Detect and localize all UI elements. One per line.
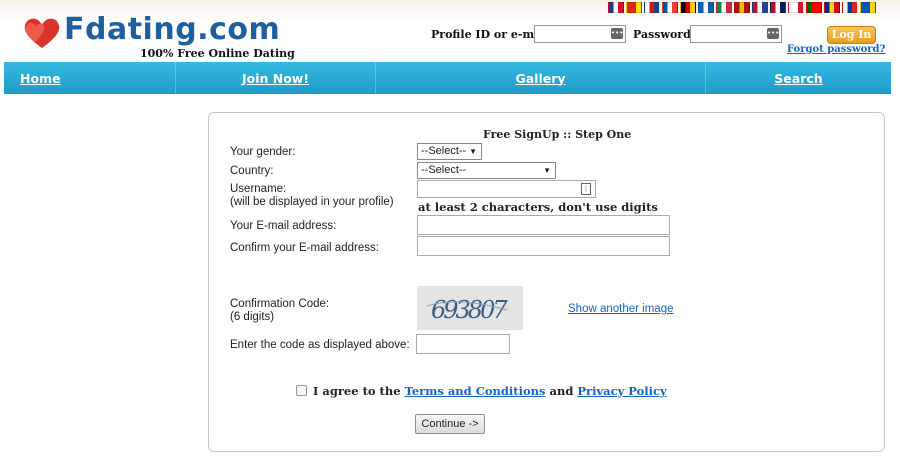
russia-flag-icon[interactable] [842,2,858,13]
main-nav: Home Join Now! Gallery Search [4,62,891,94]
agree-text: I agree to the Terms and Conditions and … [313,384,667,398]
china-flag-icon[interactable] [626,2,642,13]
gender-label: Your gender: [230,146,296,158]
agree-prefix: I agree to the [313,384,401,398]
romania-flag-icon[interactable] [824,2,840,13]
greece-flag-icon[interactable] [698,2,714,13]
language-flags [608,2,876,13]
email-label: Your E-mail address: [230,220,337,232]
portugal-flag-icon[interactable] [806,2,822,13]
username-input[interactable]: ⋮ [417,180,596,198]
agree-and: and [549,384,574,398]
terms-link[interactable]: Terms and Conditions [405,384,546,398]
captcha-input[interactable] [416,334,510,354]
italy-flag-icon[interactable] [716,2,732,13]
continue-button[interactable]: Continue -> [415,414,485,434]
site-header: Fdating.com 100% Free Online Dating Prof… [0,0,900,62]
netherlands-flag-icon[interactable] [752,2,768,13]
password-manager-icon[interactable]: ••• [611,28,623,39]
agree-checkbox[interactable] [296,385,307,396]
password-input[interactable]: ••• [690,25,782,43]
chevron-down-icon: ▼ [543,166,551,175]
nav-join-now[interactable]: Join Now! [176,62,376,94]
form-title: Free SignUp :: Step One [483,128,632,141]
spain-flag-icon[interactable] [734,2,750,13]
country-select[interactable]: --Select-- ▼ [417,162,556,179]
country-select-value: --Select-- [421,164,467,176]
nav-gallery[interactable]: Gallery [376,62,706,94]
ukraine-flag-icon[interactable] [860,2,876,13]
password-label: Password: [633,28,695,41]
chevron-down-icon: ▼ [469,147,477,156]
captcha-sublabel: (6 digits) [230,311,275,323]
autofill-icon[interactable]: ⋮ [581,183,591,195]
nav-search[interactable]: Search [706,62,891,94]
show-another-image-link[interactable]: Show another image [568,303,673,315]
username-label: Username: [230,183,287,195]
username-hint: at least 2 characters, don't use digits [418,200,658,214]
germany-flag-icon[interactable] [680,2,696,13]
privacy-link[interactable]: Privacy Policy [577,384,666,398]
country-label: Country: [230,165,274,177]
profile-id-input[interactable]: ••• [534,25,626,43]
email-confirm-input[interactable] [417,236,670,256]
login-button[interactable]: Log In [827,26,876,44]
uk-flag-icon[interactable] [608,2,624,13]
poland-flag-icon[interactable] [788,2,804,13]
gender-select[interactable]: --Select-- ▼ [417,143,482,160]
hearts-logo-icon [24,18,60,48]
gender-select-value: --Select-- [421,145,467,157]
username-sublabel: (will be displayed in your profile) [230,196,394,208]
norway-flag-icon[interactable] [770,2,786,13]
forgot-password-link[interactable]: Forgot password? [787,44,885,55]
enter-code-label: Enter the code as displayed above: [230,339,410,351]
france-flag-icon[interactable] [662,2,678,13]
captcha-image: 693807 [417,286,523,330]
captcha-label: Confirmation Code: [230,298,330,310]
logo-text: Fdating.com [64,12,281,47]
email-input[interactable] [417,215,670,235]
nav-home[interactable]: Home [4,62,176,94]
czech-flag-icon[interactable] [644,2,660,13]
tagline: 100% Free Online Dating [140,47,295,60]
captcha-text: 693807 [431,296,508,324]
password-manager-icon[interactable]: ••• [767,28,779,39]
email-confirm-label: Confirm your E-mail address: [230,242,379,254]
